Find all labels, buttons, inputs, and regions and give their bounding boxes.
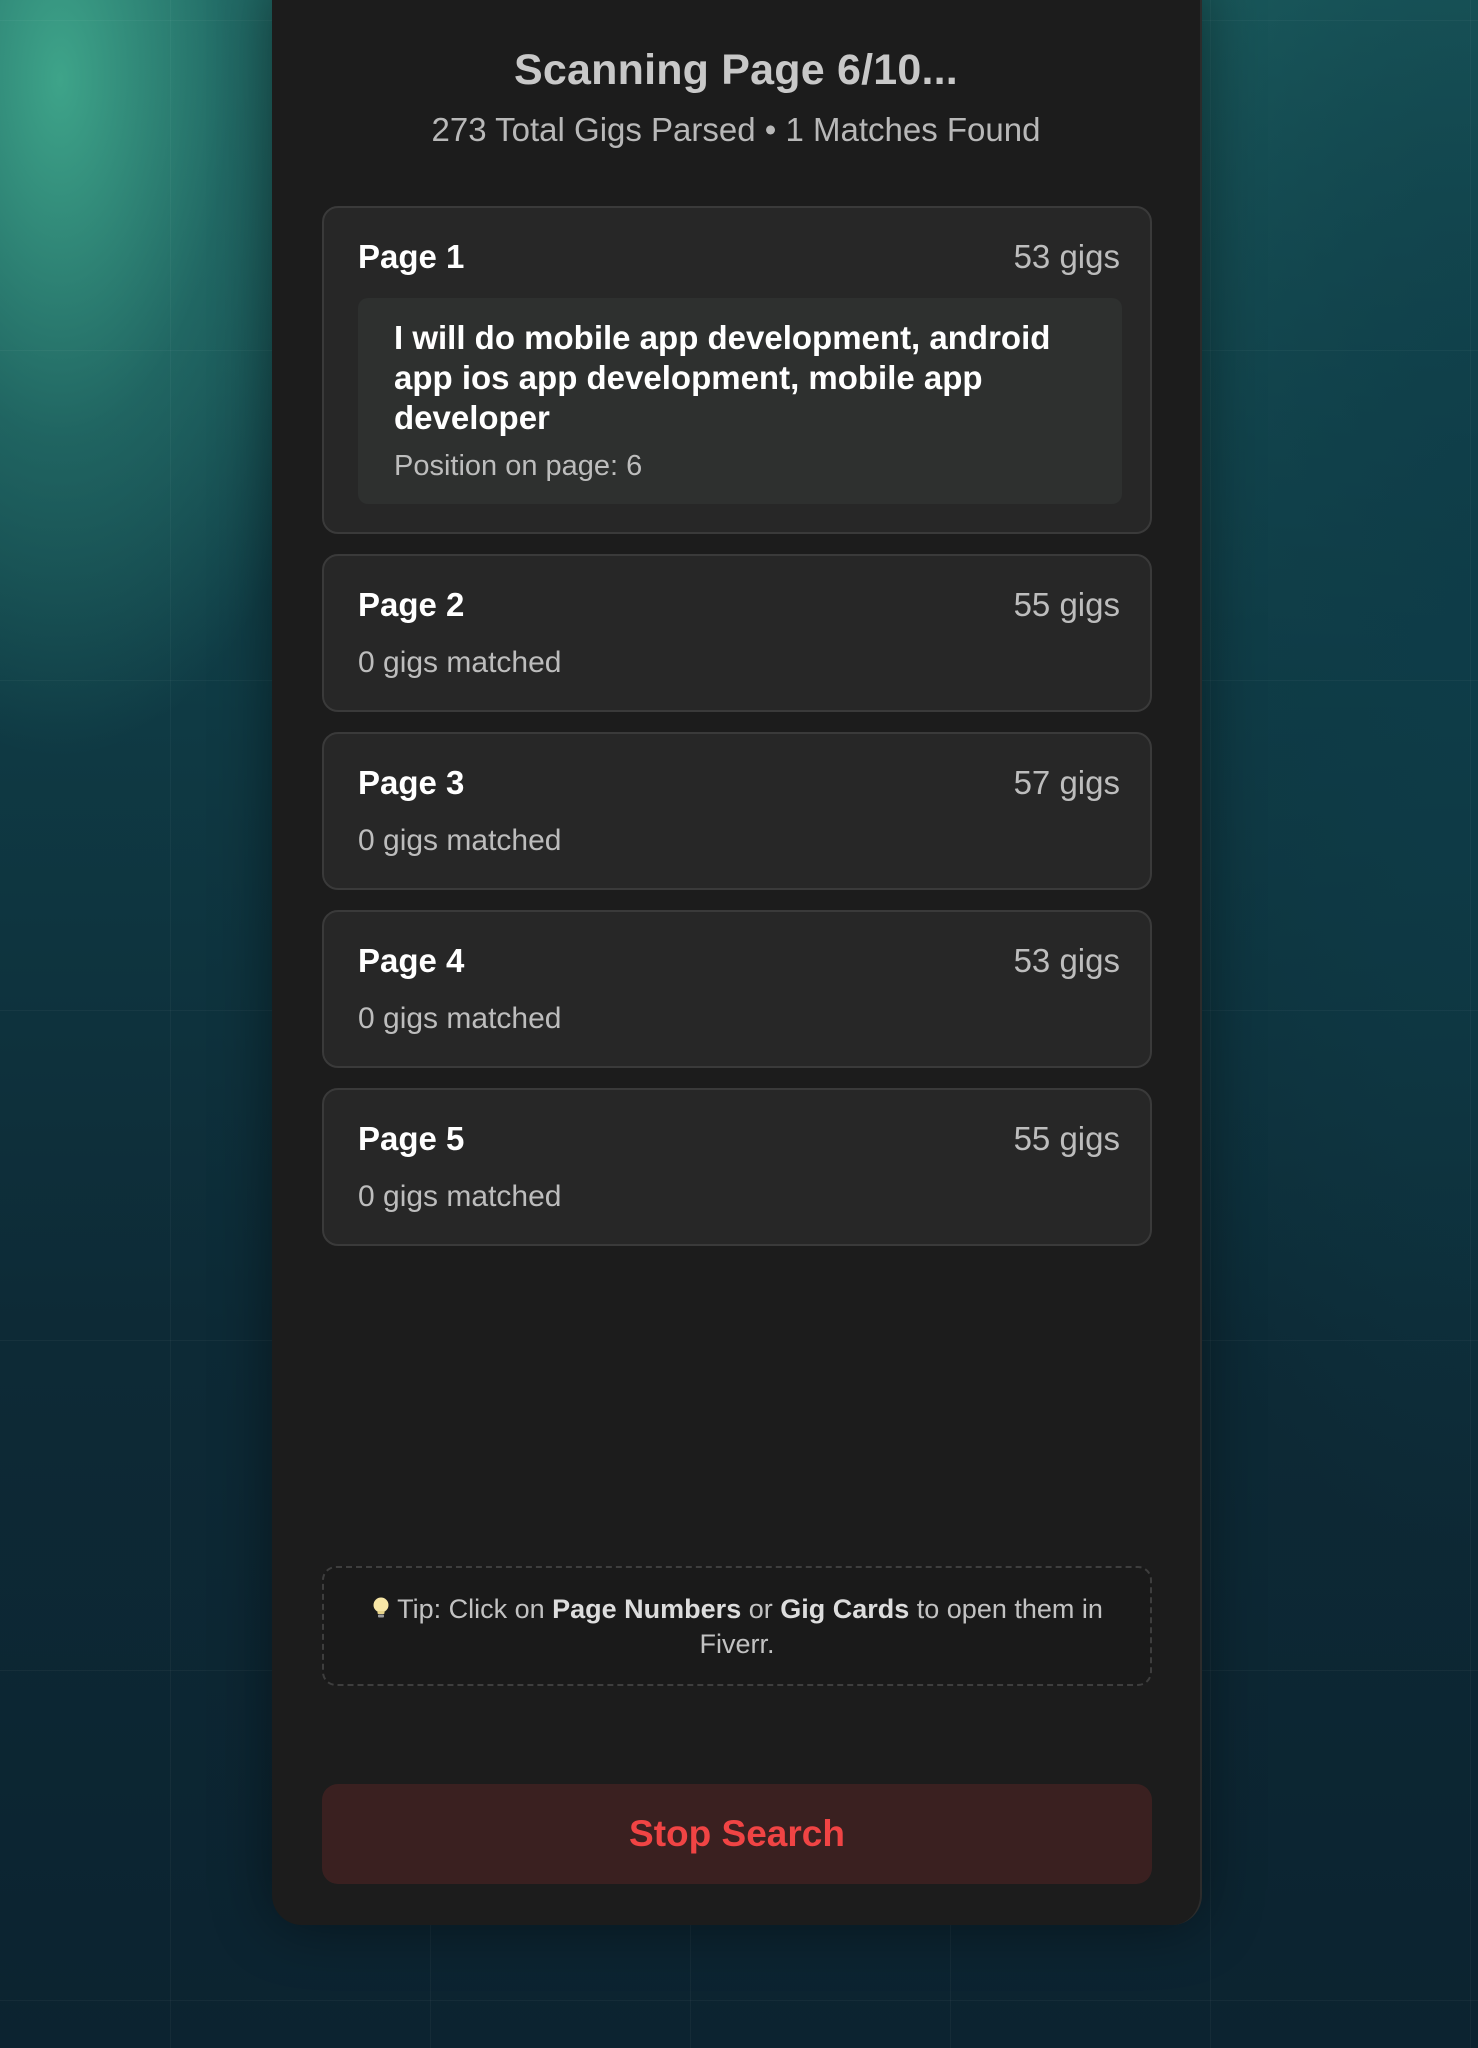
page-gig-count: 53 gigs xyxy=(1013,238,1120,275)
page-number-link[interactable]: Page 5 xyxy=(358,1120,464,1158)
tip-gig-cards: Gig Cards xyxy=(780,1594,910,1624)
scan-panel: Scanning Page 6/10... 273 Total Gigs Par… xyxy=(272,0,1202,1925)
page-card-3[interactable]: Page 3 57 gigs 0 gigs matched xyxy=(322,732,1152,890)
page-card-header: Page 4 53 gigs xyxy=(358,942,1120,980)
tip-box: Tip: Click on Page Numbers or Gig Cards … xyxy=(322,1566,1152,1686)
tip-or: or xyxy=(741,1594,781,1624)
page-number-link[interactable]: Page 4 xyxy=(358,942,464,980)
tip-page-numbers: Page Numbers xyxy=(552,1594,742,1624)
page-matched-count: 0 gigs matched xyxy=(358,1002,562,1035)
page-gig-count: 55 gigs xyxy=(1013,1120,1120,1157)
scan-summary: 273 Total Gigs Parsed • 1 Matches Found xyxy=(431,111,1041,148)
page-card-5[interactable]: Page 5 55 gigs 0 gigs matched xyxy=(322,1088,1152,1246)
page-card-header: Page 5 55 gigs xyxy=(358,1120,1120,1158)
page-gig-count: 53 gigs xyxy=(1013,942,1120,979)
lightbulb-icon xyxy=(373,1597,389,1618)
stop-search-button[interactable]: Stop Search xyxy=(322,1784,1152,1884)
gig-title: I will do mobile app development, androi… xyxy=(394,319,1051,436)
scan-header: Scanning Page 6/10... 273 Total Gigs Par… xyxy=(272,46,1200,149)
tip-prefix: Tip: Click on xyxy=(397,1594,553,1624)
page-card-header: Page 2 55 gigs xyxy=(358,586,1120,624)
page-matched-count: 0 gigs matched xyxy=(358,646,562,679)
page-card-header: Page 1 53 gigs xyxy=(358,238,1120,276)
page-matched-count: 0 gigs matched xyxy=(358,824,562,857)
page-gig-count: 55 gigs xyxy=(1013,586,1120,623)
gig-position: Position on page: 6 xyxy=(394,450,643,482)
page-card-4[interactable]: Page 4 53 gigs 0 gigs matched xyxy=(322,910,1152,1068)
page-number-link[interactable]: Page 2 xyxy=(358,586,464,624)
page-card-1[interactable]: Page 1 53 gigs I will do mobile app deve… xyxy=(322,206,1152,534)
page-gig-count: 57 gigs xyxy=(1013,764,1120,801)
matched-gig-card[interactable]: I will do mobile app development, androi… xyxy=(358,298,1122,504)
page-number-link[interactable]: Page 3 xyxy=(358,764,464,802)
page-matched-count: 0 gigs matched xyxy=(358,1180,562,1213)
scan-title: Scanning Page 6/10... xyxy=(514,46,958,94)
page-card-header: Page 3 57 gigs xyxy=(358,764,1120,802)
page-card-2[interactable]: Page 2 55 gigs 0 gigs matched xyxy=(322,554,1152,712)
page-number-link[interactable]: Page 1 xyxy=(358,238,464,276)
